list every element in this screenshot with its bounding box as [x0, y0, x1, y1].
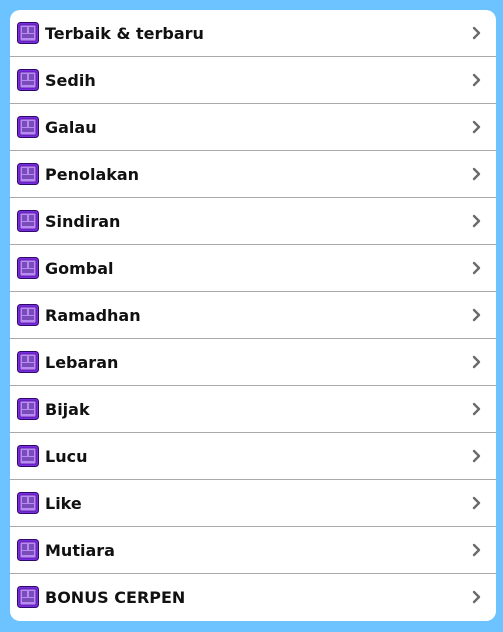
chevron-right-icon	[472, 402, 481, 416]
list-item-lebaran[interactable]: Lebaran	[10, 339, 496, 386]
book-category-icon	[17, 304, 39, 326]
book-category-icon	[17, 163, 39, 185]
list-item-label: Ramadhan	[45, 305, 141, 325]
list-item-label: BONUS CERPEN	[45, 587, 186, 607]
list-item-sedih[interactable]: Sedih	[10, 57, 496, 104]
book-category-icon	[17, 22, 39, 44]
chevron-right-icon	[472, 496, 481, 510]
chevron-right-icon	[472, 214, 481, 228]
list-item-label: Gombal	[45, 258, 114, 278]
chevron-right-icon	[472, 355, 481, 369]
book-category-icon	[17, 586, 39, 608]
list-item-galau[interactable]: Galau	[10, 104, 496, 151]
list-item-label: Galau	[45, 117, 97, 137]
chevron-right-icon	[472, 120, 481, 134]
list-item-label: Penolakan	[45, 164, 140, 184]
book-category-icon	[17, 539, 39, 561]
list-item-like[interactable]: Like	[10, 480, 496, 527]
list-item-bonus-cerpen[interactable]: BONUS CERPEN	[10, 574, 496, 620]
list-item-label: Sindiran	[45, 211, 121, 231]
list-item-mutiara[interactable]: Mutiara	[10, 527, 496, 574]
book-category-icon	[17, 210, 39, 232]
book-category-icon	[17, 351, 39, 373]
category-list: Terbaik & terbaru Sedih Galau Penolakan …	[10, 10, 496, 621]
list-item-label: Terbaik & terbaru	[45, 23, 204, 43]
list-item-label: Bijak	[45, 399, 90, 419]
book-category-icon	[17, 257, 39, 279]
list-item-ramadhan[interactable]: Ramadhan	[10, 292, 496, 339]
list-item-penolakan[interactable]: Penolakan	[10, 151, 496, 198]
list-item-gombal[interactable]: Gombal	[10, 245, 496, 292]
list-item-label: Lucu	[45, 446, 88, 466]
list-item-terbaik-terbaru[interactable]: Terbaik & terbaru	[10, 10, 496, 57]
chevron-right-icon	[472, 543, 481, 557]
list-item-lucu[interactable]: Lucu	[10, 433, 496, 480]
book-category-icon	[17, 398, 39, 420]
list-item-label: Mutiara	[45, 540, 115, 560]
list-item-label: Lebaran	[45, 352, 119, 372]
list-item-sindiran[interactable]: Sindiran	[10, 198, 496, 245]
book-category-icon	[17, 492, 39, 514]
chevron-right-icon	[472, 590, 481, 604]
chevron-right-icon	[472, 167, 481, 181]
chevron-right-icon	[472, 308, 481, 322]
book-category-icon	[17, 116, 39, 138]
chevron-right-icon	[472, 261, 481, 275]
chevron-right-icon	[472, 26, 481, 40]
chevron-right-icon	[472, 449, 481, 463]
list-item-label: Sedih	[45, 70, 96, 90]
list-item-bijak[interactable]: Bijak	[10, 386, 496, 433]
chevron-right-icon	[472, 73, 481, 87]
list-item-label: Like	[45, 493, 82, 513]
book-category-icon	[17, 445, 39, 467]
book-category-icon	[17, 69, 39, 91]
